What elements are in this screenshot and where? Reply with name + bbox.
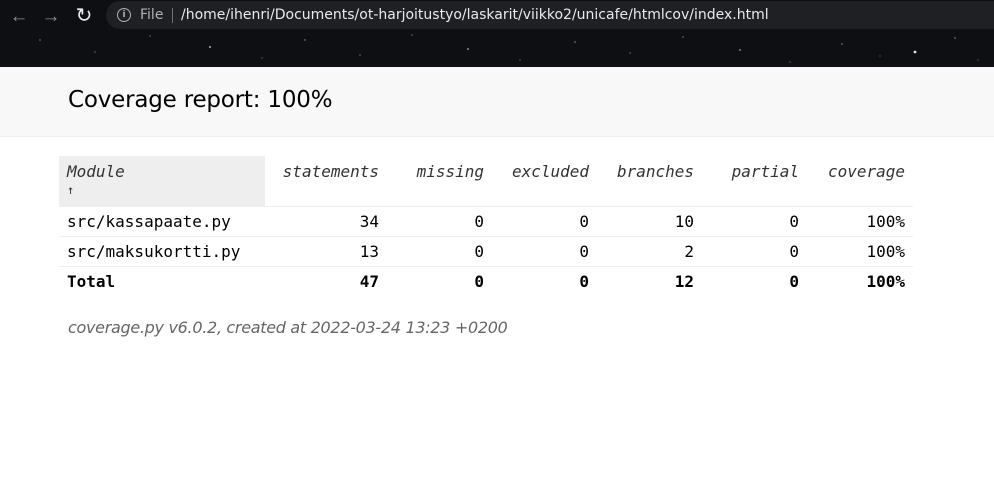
table-row: src/kassapaate.py 34 0 0 10 0 100% xyxy=(59,206,913,237)
back-arrow-icon: ← xyxy=(9,5,29,27)
table-header-row: Module ↑ statements missing excluded bra… xyxy=(59,156,913,207)
excluded-cell: 0 xyxy=(492,206,597,237)
coverage-table: Module ↑ statements missing excluded bra… xyxy=(59,156,913,296)
sort-ascending-icon: ↑ xyxy=(67,183,75,197)
column-header-partial[interactable]: partial xyxy=(702,156,807,207)
back-button[interactable]: ← xyxy=(6,3,32,29)
footer-credits: coverage.py v6.0.2, created at 2022-03-2… xyxy=(68,318,508,337)
statements-cell: 13 xyxy=(265,236,387,267)
excluded-cell: 0 xyxy=(492,236,597,267)
total-branches: 12 xyxy=(674,271,694,291)
page-title: Coverage report: 100% xyxy=(68,87,333,113)
column-header-coverage[interactable]: coverage xyxy=(807,156,913,207)
info-icon[interactable]: i xyxy=(117,8,131,22)
address-bar[interactable]: i File /home/ihenri/Documents/ot-harjoit… xyxy=(106,1,994,29)
branches-cell: 10 xyxy=(597,206,702,237)
coverage-cell: 100% xyxy=(807,206,913,237)
column-header-excluded[interactable]: excluded xyxy=(492,156,597,207)
partial-cell: 0 xyxy=(702,236,807,267)
total-label: Total xyxy=(67,271,116,291)
url-text[interactable]: /home/ihenri/Documents/ot-harjoitustyo/l… xyxy=(181,7,769,23)
missing-cell: 0 xyxy=(387,206,492,237)
reload-button[interactable]: ↻ xyxy=(71,3,97,29)
report-header: Coverage report: 100% xyxy=(0,67,994,137)
branches-cell: 2 xyxy=(597,236,702,267)
statements-cell: 34 xyxy=(265,206,387,237)
total-statements: 47 xyxy=(359,271,379,291)
column-header-module[interactable]: Module ↑ xyxy=(59,156,265,207)
forward-arrow-icon: → xyxy=(41,5,61,27)
module-link[interactable]: src/maksukortti.py xyxy=(59,236,265,267)
column-header-missing[interactable]: missing xyxy=(387,156,492,207)
coverage-cell: 100% xyxy=(807,236,913,267)
forward-button[interactable]: → xyxy=(38,3,64,29)
total-coverage: 100% xyxy=(866,271,905,291)
column-header-branches[interactable]: branches xyxy=(597,156,702,207)
table-row: src/maksukortti.py 13 0 0 2 0 100% xyxy=(59,236,913,267)
partial-cell: 0 xyxy=(702,206,807,237)
reload-icon: ↻ xyxy=(75,5,93,27)
omnibox-separator xyxy=(172,8,173,23)
total-partial: 0 xyxy=(789,271,799,291)
column-header-statements[interactable]: statements xyxy=(265,156,387,207)
total-missing: 0 xyxy=(474,271,484,291)
total-row: Total 47 0 0 12 0 100% xyxy=(59,266,913,296)
module-header-label: Module xyxy=(67,162,125,181)
module-link[interactable]: src/kassapaate.py xyxy=(59,206,265,237)
file-scheme-label: File xyxy=(140,7,164,23)
footer-text: coverage.py v6.0.2, created at 2022-03-2… xyxy=(68,318,508,337)
browser-toolbar: ← → ↻ i File /home/ihenri/Documents/ot-h… xyxy=(0,0,994,67)
total-excluded: 0 xyxy=(579,271,589,291)
missing-cell: 0 xyxy=(387,236,492,267)
